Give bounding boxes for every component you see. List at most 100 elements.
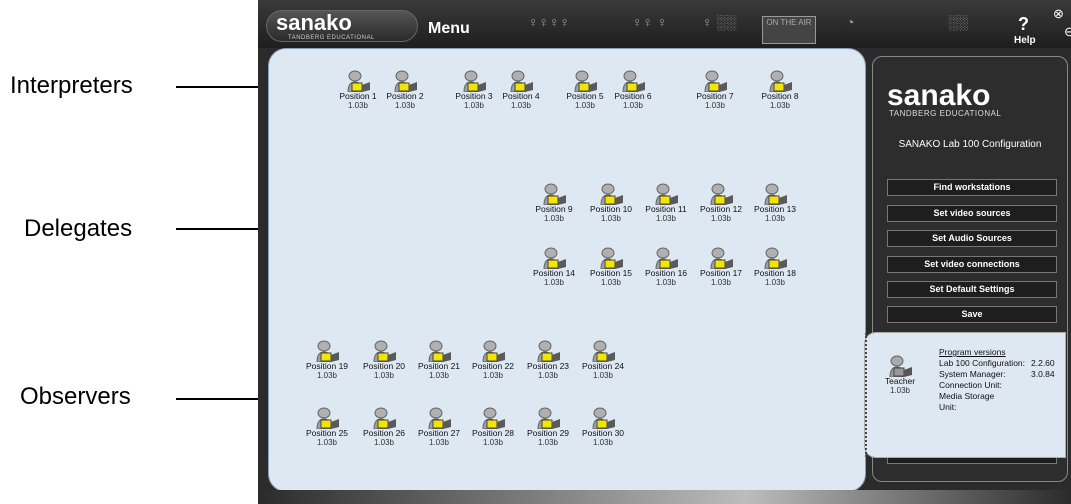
student-workstation-icon	[537, 340, 560, 362]
student-workstation-icon	[463, 70, 486, 92]
workstation-version: 1.03b	[510, 101, 532, 110]
app-window: sanako TANDBERG EDUCATIONAL Menu ♀♀♀♀ ♀♀…	[258, 0, 1071, 504]
menu-button[interactable]: Menu	[428, 20, 470, 38]
callout-observers: Observers	[20, 383, 131, 410]
workstation-position-12[interactable]: Position 12 1.03b	[696, 183, 746, 225]
workstation-position-28[interactable]: Position 28 1.03b	[468, 407, 518, 449]
set-audio-sources-button[interactable]: Set Audio Sources	[887, 230, 1057, 247]
workstation-version: 1.03b	[764, 278, 786, 287]
student-workstation-icon	[592, 340, 615, 362]
workstation-label: Position 6	[614, 91, 652, 101]
student-workstation-icon	[373, 407, 396, 429]
workstation-position-20[interactable]: Position 20 1.03b	[359, 340, 409, 382]
workstation-position-8[interactable]: Position 8 1.03b	[755, 70, 805, 112]
student-workstation-icon	[764, 247, 787, 269]
workstation-position-26[interactable]: Position 26 1.03b	[359, 407, 409, 449]
on-the-air-button[interactable]: ON THE AIR	[762, 16, 816, 44]
workstation-position-22[interactable]: Position 22 1.03b	[468, 340, 518, 382]
workstation-position-24[interactable]: Position 24 1.03b	[578, 340, 628, 382]
student-workstation-icon	[592, 407, 615, 429]
bottom-bar	[258, 490, 1071, 504]
set-video-connections-button[interactable]: Set video connections	[887, 256, 1057, 273]
student-workstation-icon	[373, 340, 396, 362]
workstation-version: 1.03b	[622, 101, 644, 110]
microphone-icon[interactable]: ◔	[846, 14, 854, 30]
teacher-version: 1.03b	[889, 386, 911, 395]
student-workstation-icon	[655, 183, 678, 205]
conference-icon[interactable]: ♀ ░░	[702, 14, 736, 30]
workstation-position-15[interactable]: Position 15 1.03b	[586, 247, 636, 289]
student-workstation-icon	[482, 407, 505, 429]
pair-people-icon[interactable]: ♀♀ ♀	[632, 14, 667, 30]
workstation-position-17[interactable]: Position 17 1.03b	[696, 247, 746, 289]
logo-subtitle: TANDBERG EDUCATIONAL	[288, 35, 375, 41]
student-workstation-icon	[428, 407, 451, 429]
teacher-panel: Teacher 1.03b Program versions Lab 100 C…	[864, 332, 1066, 458]
student-workstation-icon	[543, 183, 566, 205]
group-people-icon[interactable]: ♀♀♀♀	[528, 14, 570, 30]
student-workstation-icon	[428, 340, 451, 362]
student-workstation-icon	[482, 340, 505, 362]
minimize-icon[interactable]: ⊖	[1064, 24, 1071, 40]
version-row: Lab 100 Configuration: 2.2.60	[939, 358, 1055, 368]
workstation-position-19[interactable]: Position 19 1.03b	[302, 340, 352, 382]
student-workstation-icon	[704, 70, 727, 92]
logo-text: sanako	[276, 10, 352, 35]
teacher-workstation[interactable]: Teacher 1.03b	[875, 355, 925, 397]
program-versions-link[interactable]: Program versions	[939, 347, 1055, 358]
set-video-sources-button[interactable]: Set video sources	[887, 205, 1057, 222]
workstation-version: 1.03b	[764, 214, 786, 223]
workstation-position-6[interactable]: Position 6 1.03b	[608, 70, 658, 112]
student-workstation-icon	[543, 247, 566, 269]
workstation-version: 1.03b	[592, 371, 614, 380]
set-default-settings-button[interactable]: Set Default Settings	[887, 281, 1057, 298]
student-workstation-icon	[600, 183, 623, 205]
student-workstation-icon	[574, 70, 597, 92]
dotted-separator	[865, 333, 869, 457]
version-row: Connection Unit:	[939, 380, 1002, 390]
workstation-label: Position 18	[753, 268, 797, 278]
workstation-position-7[interactable]: Position 7 1.03b	[690, 70, 740, 112]
workstation-position-23[interactable]: Position 23 1.03b	[523, 340, 573, 382]
help-icon[interactable]: ?	[1018, 14, 1029, 35]
workstation-position-29[interactable]: Position 29 1.03b	[523, 407, 573, 449]
workstation-position-13[interactable]: Position 13 1.03b	[750, 183, 800, 225]
workstation-position-10[interactable]: Position 10 1.03b	[586, 183, 636, 225]
student-workstation-icon	[600, 247, 623, 269]
workstation-position-25[interactable]: Position 25 1.03b	[302, 407, 352, 449]
student-workstation-icon	[316, 340, 339, 362]
student-workstation-icon	[537, 407, 560, 429]
help-button-label[interactable]: Help	[1014, 35, 1036, 46]
workstation-position-4[interactable]: Position 4 1.03b	[496, 70, 546, 112]
student-workstation-icon	[622, 70, 645, 92]
program-versions: Program versions Lab 100 Configuration: 2…	[939, 347, 1055, 413]
student-workstation-icon	[655, 247, 678, 269]
version-row: System Manager: 3.0.84	[939, 369, 1055, 379]
workstation-position-21[interactable]: Position 21 1.03b	[414, 340, 464, 382]
workstation-position-27[interactable]: Position 27 1.03b	[414, 407, 464, 449]
config-logo-subtitle: TANDBERG EDUCATIONAL	[889, 109, 1002, 118]
config-logo: sanako	[887, 79, 991, 112]
workstation-label: Position 30	[581, 428, 625, 438]
student-workstation-icon	[710, 247, 733, 269]
student-workstation-icon	[510, 70, 533, 92]
workstation-position-9[interactable]: Position 9 1.03b	[529, 183, 579, 225]
workstation-position-18[interactable]: Position 18 1.03b	[750, 247, 800, 289]
workstation-position-2[interactable]: Position 2 1.03b	[380, 70, 430, 112]
save-button[interactable]: Save	[887, 306, 1057, 323]
workstation-label: Position 4	[502, 91, 540, 101]
workstation-position-30[interactable]: Position 30 1.03b	[578, 407, 628, 449]
version-row: Unit:	[939, 402, 957, 412]
workstation-position-11[interactable]: Position 11 1.03b	[641, 183, 691, 225]
student-workstation-icon	[394, 70, 417, 92]
workstation-label: Position 2	[386, 91, 424, 101]
grid-icon[interactable]: ░░	[948, 14, 968, 30]
find-workstations-button[interactable]: Find workstations	[887, 179, 1057, 196]
workstation-label: Position 7	[696, 91, 734, 101]
workstation-position-14[interactable]: Position 14 1.03b	[529, 247, 579, 289]
student-workstation-icon	[316, 407, 339, 429]
version-row: Media Storage	[939, 391, 995, 401]
close-icon[interactable]: ⊗	[1053, 6, 1064, 22]
workstation-position-16[interactable]: Position 16 1.03b	[641, 247, 691, 289]
workstation-version: 1.03b	[592, 438, 614, 447]
